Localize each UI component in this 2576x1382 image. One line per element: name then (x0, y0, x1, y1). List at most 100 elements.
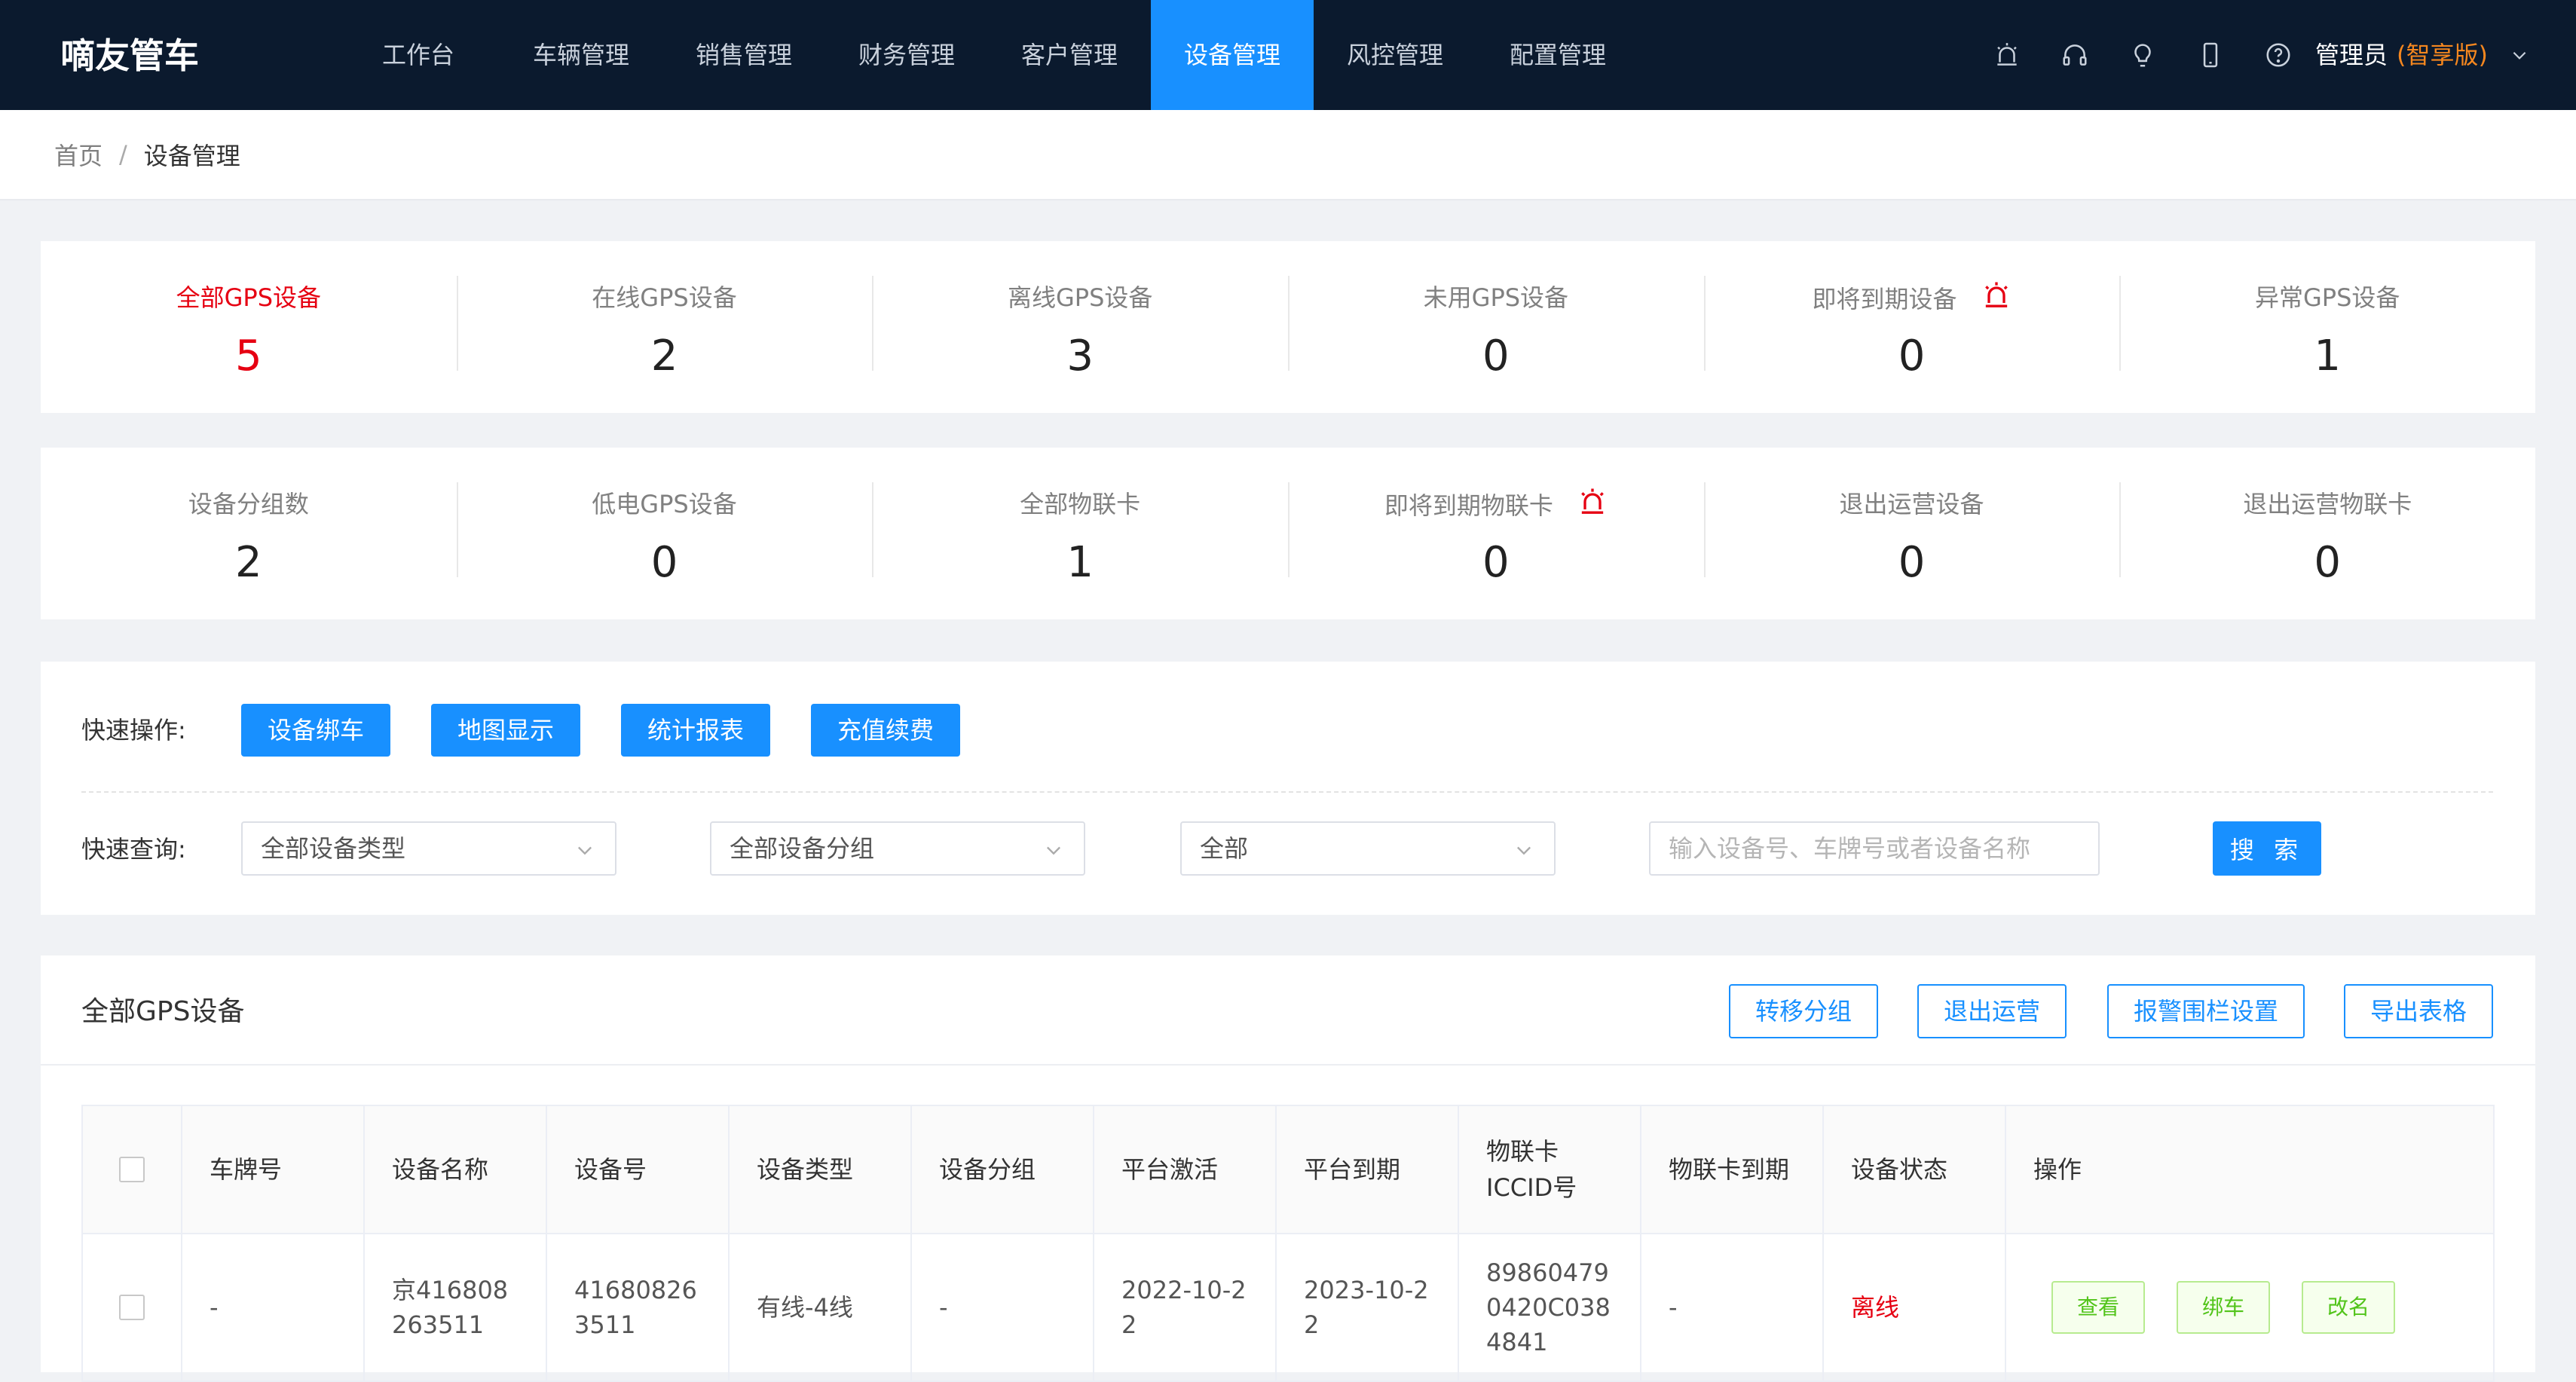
nav-item-vehicles[interactable]: 车辆管理 (500, 0, 662, 110)
stats-report-button[interactable]: 统计报表 (621, 704, 770, 757)
stat-label: 低电GPS设备 (592, 490, 737, 518)
stat-expiring-devices[interactable]: 即将到期设备 0 (1703, 241, 2120, 413)
map-view-button[interactable]: 地图显示 (431, 704, 580, 757)
panel-title: 全部GPS设备 (81, 996, 245, 1027)
nav-item-finance[interactable]: 财务管理 (825, 0, 988, 110)
stat-all-gps[interactable]: 全部GPS设备 5 (41, 241, 457, 413)
stat-retired-devices[interactable]: 退出运营设备 0 (1703, 448, 2120, 619)
column-header: 设备状态 (1822, 1105, 2006, 1234)
table-row: - 京416808263511 416808263511 有线-4线 - 202… (81, 1233, 2495, 1382)
quick-panel: 快速操作: 设备绑车 地图显示 统计报表 充值续费 快速查询: 全部设备类型 全… (41, 662, 2535, 915)
user-name: 管理员 (2315, 41, 2388, 69)
retire-button[interactable]: 退出运营 (1917, 984, 2067, 1038)
column-header: 车牌号 (181, 1105, 365, 1234)
stat-value: 0 (1898, 538, 1926, 587)
rename-button[interactable]: 改名 (2302, 1281, 2395, 1334)
view-button[interactable]: 查看 (2051, 1281, 2145, 1334)
row-checkbox-cell (81, 1233, 182, 1382)
stat-label: 退出运营物联卡 (2243, 490, 2412, 518)
stat-all-iot-cards[interactable]: 全部物联卡 1 (872, 448, 1288, 619)
divider (81, 791, 2493, 793)
stat-retired-iot-cards[interactable]: 退出运营物联卡 0 (2119, 448, 2535, 619)
table-header-row: 车牌号 设备名称 设备号 设备类型 设备分组 平台激活 平台到期 物联卡ICCI… (81, 1105, 2495, 1234)
stat-device-groups[interactable]: 设备分组数 2 (41, 448, 457, 619)
breadcrumb-current: 设备管理 (143, 142, 240, 170)
stat-label: 退出运营设备 (1839, 490, 1984, 518)
stats-card-row-2: 设备分组数 2 低电GPS设备 0 全部物联卡 1 即将到期物联卡 0 退出运营… (41, 448, 2535, 619)
cell-device-name: 京416808263511 (363, 1233, 547, 1382)
export-table-button[interactable]: 导出表格 (2344, 984, 2493, 1038)
bind-button[interactable]: 绑车 (2177, 1281, 2270, 1334)
stat-value: 2 (650, 332, 678, 381)
alarm-icon (1581, 488, 1604, 514)
cell-status: 离线 (1822, 1233, 2006, 1382)
cell-iccid: 898604790420C0384841 (1458, 1233, 1641, 1382)
stat-value: 0 (1898, 332, 1926, 381)
main-nav: 工作台 车辆管理 销售管理 财务管理 客户管理 设备管理 风控管理 配置管理 (337, 0, 1639, 110)
cell-card-expiry: - (1640, 1233, 1824, 1382)
nav-item-config[interactable]: 配置管理 (1476, 0, 1639, 110)
stat-value: 0 (2314, 538, 2342, 587)
cell-device-type: 有线-4线 (728, 1233, 912, 1382)
column-header: 设备号 (546, 1105, 730, 1234)
stat-expiring-iot-cards[interactable]: 即将到期物联卡 0 (1288, 448, 1704, 619)
stat-unused-gps[interactable]: 未用GPS设备 0 (1288, 241, 1704, 413)
row-checkbox[interactable] (119, 1295, 145, 1320)
stat-label: 在线GPS设备 (592, 283, 737, 312)
transfer-group-button[interactable]: 转移分组 (1729, 984, 1878, 1038)
stat-value: 0 (1482, 332, 1510, 381)
stat-label: 全部GPS设备 (176, 283, 322, 312)
headset-icon[interactable] (2041, 38, 2109, 72)
search-input[interactable] (1649, 821, 2100, 876)
select-value: 全部设备分组 (730, 834, 875, 863)
stat-value: 3 (1066, 332, 1094, 381)
nav-item-sales[interactable]: 销售管理 (662, 0, 825, 110)
alarm-icon (1984, 282, 2008, 307)
column-header: 平台激活 (1093, 1105, 1277, 1234)
device-table: 车牌号 设备名称 设备号 设备类型 设备分组 平台激活 平台到期 物联卡ICCI… (81, 1105, 2495, 1382)
quick-ops-label: 快速操作: (81, 716, 186, 745)
alarm-fence-settings-button[interactable]: 报警围栏设置 (2107, 984, 2305, 1038)
stat-label: 全部物联卡 (1020, 490, 1141, 518)
chevron-down-icon (578, 846, 592, 855)
stat-low-battery-gps[interactable]: 低电GPS设备 0 (456, 448, 873, 619)
cell-expires: 2023-10-22 (1275, 1233, 1459, 1382)
help-icon[interactable] (2244, 38, 2312, 72)
alarm-icon[interactable] (1973, 38, 2041, 72)
app-logo[interactable]: 嘀友管车 (60, 33, 199, 78)
bind-vehicle-button[interactable]: 设备绑车 (241, 704, 390, 757)
stats-card-row-1: 全部GPS设备 5 在线GPS设备 2 离线GPS设备 3 未用GPS设备 0 … (41, 241, 2535, 413)
column-header: 设备分组 (910, 1105, 1094, 1234)
nav-item-customers[interactable]: 客户管理 (988, 0, 1151, 110)
device-group-select[interactable]: 全部设备分组 (710, 821, 1085, 876)
breadcrumb-separator: / (119, 140, 127, 169)
cell-activated: 2022-10-22 (1093, 1233, 1277, 1382)
nav-item-workbench[interactable]: 工作台 (337, 0, 500, 110)
column-header: 操作 (2005, 1105, 2495, 1234)
stat-label: 设备分组数 (188, 490, 309, 518)
column-header: 物联卡ICCID号 (1458, 1105, 1641, 1234)
cell-plate: - (181, 1233, 365, 1382)
select-value: 全部设备类型 (261, 834, 406, 863)
device-status-select[interactable]: 全部 (1180, 821, 1556, 876)
device-type-select[interactable]: 全部设备类型 (241, 821, 616, 876)
user-menu[interactable]: 管理员 (智享版) (2315, 36, 2488, 74)
lightbulb-icon[interactable] (2109, 38, 2177, 72)
mobile-icon[interactable] (2177, 38, 2244, 72)
search-button[interactable]: 搜 索 (2213, 821, 2321, 876)
stat-online-gps[interactable]: 在线GPS设备 2 (456, 241, 873, 413)
nav-item-devices[interactable]: 设备管理 (1151, 0, 1314, 110)
select-value: 全部 (1200, 834, 1249, 863)
stat-offline-gps[interactable]: 离线GPS设备 3 (872, 241, 1288, 413)
column-header: 物联卡到期 (1640, 1105, 1824, 1234)
stat-label: 离线GPS设备 (1007, 283, 1153, 312)
recharge-button[interactable]: 充值续费 (811, 704, 960, 757)
breadcrumb-home[interactable]: 首页 (54, 137, 102, 172)
stat-value: 1 (1066, 538, 1094, 587)
divider (41, 1064, 2535, 1066)
column-header: 平台到期 (1275, 1105, 1459, 1234)
nav-item-risk[interactable]: 风控管理 (1314, 0, 1476, 110)
stat-abnormal-gps[interactable]: 异常GPS设备 1 (2119, 241, 2535, 413)
chevron-down-icon[interactable] (2510, 45, 2529, 65)
select-all-checkbox[interactable] (119, 1157, 145, 1182)
